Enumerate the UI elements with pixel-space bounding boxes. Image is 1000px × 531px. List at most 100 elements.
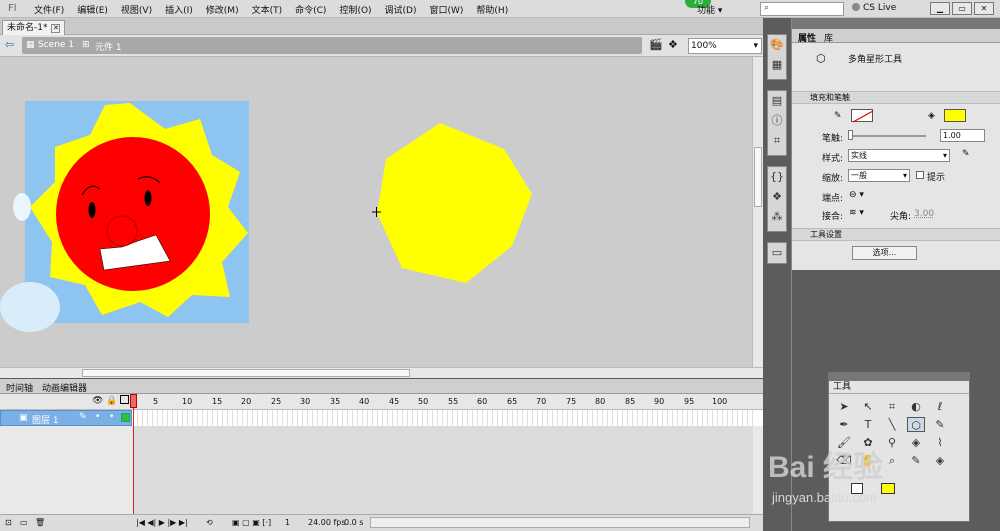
timeline-header: 👁 🔒 1 5 10 15 20 25 30 35 40 45 50 55 60…	[0, 394, 763, 410]
text-tool-icon[interactable]: T	[859, 417, 877, 432]
layer-row[interactable]: ▣ 图层 1 ✎ • •	[0, 410, 763, 426]
tab-motion-editor[interactable]: 动画编辑器	[42, 381, 87, 394]
playhead[interactable]	[130, 394, 137, 514]
menu-file[interactable]: 文件(F)	[34, 3, 64, 16]
miter-value[interactable]: 3.00	[914, 209, 934, 219]
menu-help[interactable]: 帮助(H)	[476, 3, 508, 16]
menu-edit[interactable]: 编辑(E)	[77, 3, 108, 16]
fill-color-chip[interactable]	[881, 483, 895, 494]
bone-tool-icon[interactable]: ⚲	[883, 435, 901, 450]
subselection-tool-icon[interactable]: ↖	[859, 399, 877, 414]
layer-name[interactable]: 图层 1	[32, 413, 59, 426]
lasso-tool-icon[interactable]: ℓ	[931, 399, 949, 414]
frame-cells[interactable]	[133, 410, 753, 426]
search-input[interactable]: ⌕	[760, 2, 844, 16]
stage-horizontal-scrollbar[interactable]	[0, 367, 763, 378]
cs-live-button[interactable]: CS Live	[852, 3, 896, 13]
minimize-button[interactable]: ▁	[930, 2, 950, 15]
lock-dot-icon[interactable]: •	[109, 412, 114, 422]
maximize-button[interactable]: ▭	[952, 2, 972, 15]
scroll-thumb[interactable]	[82, 369, 410, 377]
stroke-slider[interactable]	[850, 135, 926, 137]
loop-icon[interactable]: ⟲	[206, 518, 213, 527]
menu-view[interactable]: 视图(V)	[121, 3, 152, 16]
polystar-tool-icon[interactable]: ⬡	[907, 417, 925, 432]
menu-window[interactable]: 窗口(W)	[430, 3, 464, 16]
menu-modify[interactable]: 修改(M)	[206, 3, 239, 16]
history-panel-icon[interactable]: ▭	[768, 243, 786, 263]
stage[interactable]	[0, 57, 763, 367]
menu-debug[interactable]: 调试(D)	[385, 3, 417, 16]
components-panel-icon[interactable]: ❖	[768, 187, 786, 207]
zoom-tool-icon[interactable]: ⌕	[883, 453, 901, 468]
onion-skin-icons[interactable]: ▣ ▢ ▣ [·]	[232, 518, 271, 527]
stroke-width-field[interactable]: 1.00	[940, 129, 985, 142]
info-panel-icon[interactable]: ⓘ	[768, 111, 786, 131]
tab-timeline[interactable]: 时间轴	[6, 381, 33, 394]
free-transform-tool-icon[interactable]: ⌗	[883, 399, 901, 414]
layer-header[interactable]: ▣ 图层 1 ✎ • •	[0, 410, 132, 426]
timeline-hscrollbar[interactable]	[370, 517, 750, 528]
outline-icon[interactable]	[120, 395, 129, 404]
playback-controls[interactable]: |◀ ◀| ▶ |▶ ▶|	[136, 518, 188, 527]
fill-color-tool-icon[interactable]: ◈	[931, 453, 949, 468]
playhead-handle[interactable]	[130, 394, 137, 408]
visible-dot-icon[interactable]: •	[95, 412, 100, 422]
frame-number: 65	[507, 397, 518, 406]
back-arrow-icon[interactable]: ⇦	[5, 38, 14, 51]
fill-stroke-section[interactable]: 填充和笔触	[792, 91, 1000, 104]
breadcrumb-symbol[interactable]: 元件 1	[95, 40, 122, 53]
scroll-thumb[interactable]	[754, 147, 762, 207]
join-select[interactable]: ≋ ▾	[849, 208, 864, 218]
menu-control[interactable]: 控制(O)	[339, 3, 371, 16]
edit-symbol-icon[interactable]: ❖	[668, 38, 678, 51]
stroke-color-tool-icon[interactable]: ✎	[907, 453, 925, 468]
lock-icon[interactable]: 🔒	[106, 396, 117, 406]
zoom-select[interactable]: 100% ▾	[688, 38, 762, 54]
edit-scene-icon[interactable]: 🎬	[649, 38, 663, 51]
join-label: 接合:	[822, 212, 844, 222]
workspace-switcher[interactable]: 功能 ▾	[697, 3, 722, 16]
frame-number: 80	[595, 397, 606, 406]
tab-library[interactable]: 库	[824, 31, 833, 44]
transform-panel-icon[interactable]: ⌗	[768, 131, 786, 151]
new-layer-icon[interactable]: ⊡	[5, 518, 12, 527]
stroke-color-swatch[interactable]	[851, 109, 874, 123]
swatches-panel-icon[interactable]: ▦	[768, 55, 786, 75]
no-color-icon	[852, 110, 874, 123]
eyedropper-tool-icon[interactable]: ⌇	[931, 435, 949, 450]
line-tool-icon[interactable]: ╲	[883, 417, 901, 432]
scale-select[interactable]: 一般 ▾	[848, 169, 910, 182]
close-tab-icon[interactable]: ✕	[51, 24, 61, 33]
style-select[interactable]: 实线 ▾	[848, 149, 950, 162]
menu-text[interactable]: 文本(T)	[252, 3, 283, 16]
pen-tool-icon[interactable]: ✒	[835, 417, 853, 432]
3d-rotation-tool-icon[interactable]: ◐	[907, 399, 925, 414]
edit-stroke-style-icon[interactable]: ✎	[962, 149, 970, 159]
menu-commands[interactable]: 命令(C)	[295, 3, 326, 16]
fill-color-swatch[interactable]	[944, 109, 966, 122]
layer-color-icon[interactable]	[121, 413, 130, 422]
selection-tool-icon[interactable]: ➤	[835, 399, 853, 414]
delete-layer-icon[interactable]: 🗑	[35, 518, 45, 527]
close-button[interactable]: ✕	[974, 2, 994, 15]
stroke-slider-handle[interactable]	[848, 130, 853, 140]
pencil-tool-icon[interactable]: ✎	[931, 417, 949, 432]
align-panel-icon[interactable]: ▤	[768, 91, 786, 111]
document-tab[interactable]: 未命名-1* ✕	[2, 20, 66, 35]
color-panel-icon[interactable]: 🎨	[768, 35, 786, 55]
new-folder-icon[interactable]: ▭	[20, 518, 28, 527]
tab-properties[interactable]: 属性	[798, 31, 816, 44]
code-snippets-icon[interactable]: {}	[768, 167, 786, 187]
eye-icon[interactable]: 👁	[92, 396, 103, 406]
options-button[interactable]: 选项...	[852, 246, 917, 260]
paint-bucket-tool-icon[interactable]: ◈	[907, 435, 925, 450]
motion-presets-icon[interactable]: ⁂	[768, 207, 786, 227]
hint-checkbox[interactable]	[916, 171, 924, 179]
breadcrumb-scene[interactable]: Scene 1	[38, 40, 74, 50]
stage-vertical-scrollbar[interactable]	[752, 57, 763, 367]
cap-select[interactable]: ⊖ ▾	[849, 190, 864, 200]
tool-settings-section[interactable]: 工具设置	[792, 228, 1000, 241]
menu-insert[interactable]: 插入(I)	[165, 3, 193, 16]
polygon-shape[interactable]	[377, 123, 532, 283]
